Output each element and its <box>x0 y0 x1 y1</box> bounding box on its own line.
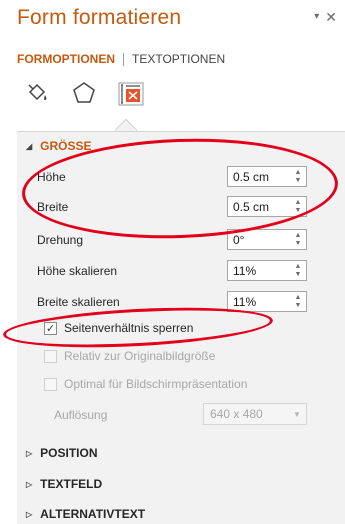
pane-options-icon[interactable]: ▾ <box>314 10 319 24</box>
rotation-spinner[interactable]: ▲ ▼ <box>290 230 306 249</box>
expanded-triangle-icon: ◢ <box>26 141 33 151</box>
scale-width-field[interactable]: 11% ▲ ▼ <box>227 291 307 312</box>
effects-icon[interactable] <box>71 80 97 106</box>
lock-aspect-ratio-checkbox[interactable]: ✓ <box>44 321 57 335</box>
close-icon[interactable]: ✕ <box>325 10 337 24</box>
best-scale-checkbox <box>44 377 57 391</box>
resolution-dropdown: 640 x 480 ▼ <box>203 403 307 425</box>
relative-original-label: Relativ zur Originalbildgröße <box>64 349 216 363</box>
tab-formoptionen[interactable]: FORMOPTIONEN <box>17 52 115 66</box>
spin-up-icon[interactable]: ▲ <box>295 263 302 271</box>
spin-down-icon[interactable]: ▼ <box>295 240 302 248</box>
spin-down-icon[interactable]: ▼ <box>295 177 302 185</box>
scale-width-label: Breite skalieren <box>37 295 120 309</box>
section-textbox-label: TEXTFELD <box>40 477 103 491</box>
scale-height-label: Höhe skalieren <box>37 264 118 278</box>
relative-original-checkbox <box>44 349 57 363</box>
size-properties-icon[interactable] <box>118 80 144 106</box>
spin-down-icon[interactable]: ▼ <box>295 207 302 215</box>
format-shape-pane: Form formatieren ▾ ✕ FORMOPTIONEN TEXTOP… <box>0 0 345 524</box>
pane-title: Form formatieren <box>17 6 182 29</box>
section-textbox-header[interactable]: ▷ TEXTFELD <box>26 477 102 491</box>
height-field[interactable]: 0.5 cm ▲ ▼ <box>227 166 307 187</box>
width-field[interactable]: 0.5 cm ▲ ▼ <box>227 196 307 217</box>
section-size-label: GRÖSSE <box>40 139 92 153</box>
collapsed-triangle-icon: ▷ <box>26 448 33 458</box>
section-alttext-header[interactable]: ▷ ALTERNATIVTEXT <box>26 507 145 521</box>
pane-controls: ▾ ✕ <box>314 10 337 24</box>
collapsed-triangle-icon: ▷ <box>26 479 33 489</box>
resolution-label: Auflösung <box>54 408 108 422</box>
tab-divider <box>123 52 124 66</box>
resolution-value: 640 x 480 <box>210 407 263 421</box>
rotation-label: Drehung <box>37 233 84 247</box>
section-position-label: POSITION <box>40 446 98 460</box>
spin-up-icon[interactable]: ▲ <box>295 169 302 177</box>
scale-height-spinner[interactable]: ▲ ▼ <box>290 261 306 280</box>
spin-up-icon[interactable]: ▲ <box>295 232 302 240</box>
height-label: Höhe <box>37 170 66 184</box>
section-alttext-label: ALTERNATIVTEXT <box>40 507 146 521</box>
best-scale-label: Optimal für Bildschirmpräsentation <box>64 377 248 391</box>
relative-original-row: Relativ zur Originalbildgröße <box>44 349 215 363</box>
tab-textoptionen[interactable]: TEXTOPTIONEN <box>132 52 225 66</box>
spin-down-icon[interactable]: ▼ <box>295 271 302 279</box>
fill-line-icon[interactable] <box>24 80 50 106</box>
scale-width-spinner[interactable]: ▲ ▼ <box>290 292 306 311</box>
best-scale-row: Optimal für Bildschirmpräsentation <box>44 377 247 391</box>
lock-aspect-ratio-label: Seitenverhältnis sperren <box>64 321 194 335</box>
section-position-header[interactable]: ▷ POSITION <box>26 446 98 460</box>
spin-up-icon[interactable]: ▲ <box>295 199 302 207</box>
scale-height-field[interactable]: 11% ▲ ▼ <box>227 260 307 281</box>
lock-aspect-ratio-row[interactable]: ✓ Seitenverhältnis sperren <box>44 321 193 335</box>
height-value[interactable]: 0.5 cm <box>228 170 290 184</box>
section-size-header[interactable]: ◢ GRÖSSE <box>26 139 92 153</box>
rotation-field[interactable]: 0° ▲ ▼ <box>227 229 307 250</box>
scale-height-value[interactable]: 11% <box>228 264 290 278</box>
spin-down-icon[interactable]: ▼ <box>295 302 302 310</box>
options-tabs: FORMOPTIONEN TEXTOPTIONEN <box>17 52 225 66</box>
width-label: Breite <box>37 200 69 214</box>
width-value[interactable]: 0.5 cm <box>228 200 290 214</box>
collapsed-triangle-icon: ▷ <box>26 509 33 519</box>
rotation-value[interactable]: 0° <box>228 233 290 247</box>
category-icons <box>24 80 144 106</box>
width-spinner[interactable]: ▲ ▼ <box>290 197 306 216</box>
height-spinner[interactable]: ▲ ▼ <box>290 167 306 186</box>
chevron-down-icon: ▼ <box>293 409 301 419</box>
scale-width-value[interactable]: 11% <box>228 295 290 309</box>
spin-up-icon[interactable]: ▲ <box>295 294 302 302</box>
